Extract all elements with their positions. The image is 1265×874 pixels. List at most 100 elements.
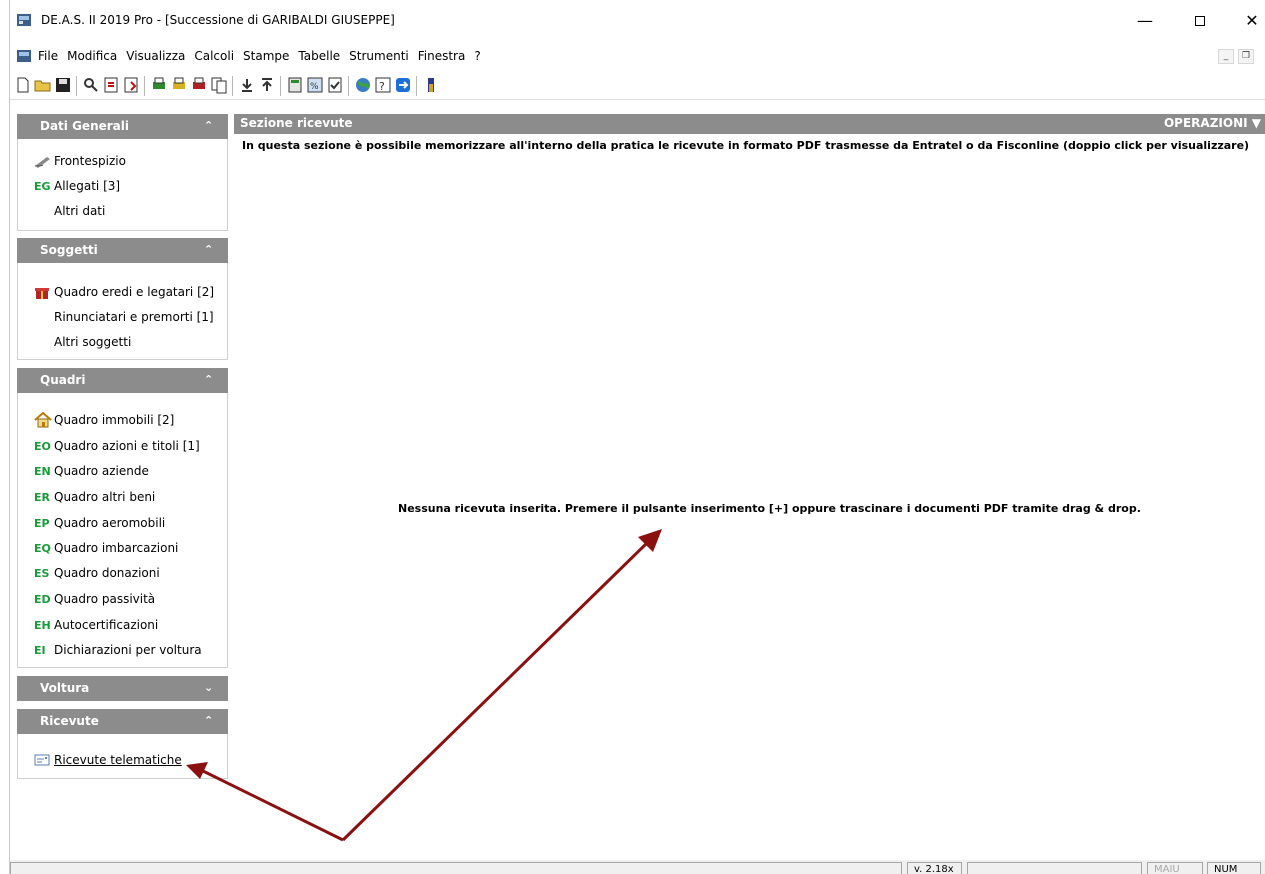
empty-list-message[interactable]: Nessuna ricevuta inserita. Premere il pu… (398, 502, 1141, 515)
item-code: EH (34, 618, 51, 632)
menu-tabelle[interactable]: Tabelle (292, 49, 343, 63)
print-preview-icon[interactable] (170, 76, 188, 94)
sidebar-item-label: Quadro altri beni (54, 490, 156, 504)
sidebar-item-label: Altri dati (54, 204, 106, 218)
sidebar-item-quadro-imbarcazioni[interactable]: EQ Quadro imbarcazioni (34, 539, 178, 557)
item-code: ED (34, 592, 51, 606)
sidebar-item-autocertificazioni[interactable]: EH Autocertificazioni (34, 616, 158, 634)
menu-list: File Modifica Visualizza Calcoli Stampe … (32, 44, 484, 68)
group-header-soggetti[interactable]: Soggetti ⌃ (17, 238, 228, 263)
status-empty (967, 862, 1142, 874)
operations-menu-button[interactable]: OPERAZIONI ▼ (1164, 116, 1261, 130)
collapse-chevron-icon[interactable]: ⌃ (204, 243, 213, 256)
toolbar-separator (144, 76, 145, 96)
menu-help[interactable]: ? (468, 49, 483, 63)
sidebar-item-ricevute-telematiche[interactable]: Ricevute telematiche (34, 751, 182, 769)
menu-calcoli[interactable]: Calcoli (188, 49, 237, 63)
collapse-chevron-icon[interactable]: ⌃ (204, 714, 213, 727)
sidebar-item-quadro-aeromobili[interactable]: EP Quadro aeromobili (34, 514, 165, 532)
sidebar-item-quadro-donazioni[interactable]: ES Quadro donazioni (34, 564, 160, 582)
sidebar-item-frontespizio[interactable]: Frontespizio (34, 152, 126, 170)
sidebar-item-altri-soggetti[interactable]: Altri soggetti (34, 333, 131, 351)
status-version: v. 2.18x (907, 862, 962, 874)
expand-chevron-icon[interactable]: ⌄ (204, 681, 213, 694)
document-window-icon[interactable] (16, 48, 32, 64)
open-folder-icon[interactable] (34, 76, 52, 94)
group-header-ricevute[interactable]: Ricevute ⌃ (17, 709, 228, 734)
menu-file[interactable]: File (32, 49, 61, 63)
menu-modifica[interactable]: Modifica (61, 49, 120, 63)
sidebar-item-allegati[interactable]: EG Allegati [3] (34, 177, 120, 195)
download-icon[interactable] (238, 76, 256, 94)
sidebar-item-quadro-azioni[interactable]: EO Quadro azioni e titoli [1] (34, 437, 200, 455)
group-body-soggetti: Quadro eredi e legatari [2] Rinunciatari… (17, 263, 228, 360)
sidebar-item-label: Quadro aeromobili (54, 516, 166, 530)
sidebar-item-rinunciatari[interactable]: Rinunciatari e premorti [1] (34, 308, 214, 326)
sidebar-item-label: Quadro passività (54, 592, 156, 606)
menu-bar: File Modifica Visualizza Calcoli Stampe … (10, 44, 1265, 68)
item-code: EQ (34, 541, 51, 555)
maximize-icon (1195, 16, 1205, 26)
group-header-dati-generali[interactable]: Dati Generali ⌃ (17, 114, 228, 139)
toolbar-separator (416, 76, 417, 96)
checklist-icon[interactable] (326, 76, 344, 94)
app-icon (17, 14, 31, 26)
sidebar-item-quadro-eredi[interactable]: Quadro eredi e legatari [2] (34, 283, 214, 301)
menu-finestra[interactable]: Finestra (412, 49, 469, 63)
group-header-quadri[interactable]: Quadri ⌃ (17, 368, 228, 393)
item-code: EO (34, 439, 51, 453)
menu-stampe[interactable]: Stampe (237, 49, 292, 63)
minimize-button[interactable]: — (1125, 8, 1165, 34)
sidebar-item-altri-dati[interactable]: Altri dati (34, 202, 105, 220)
mdi-restore-button[interactable]: ❐ (1238, 49, 1254, 64)
thermometer-icon[interactable] (422, 76, 440, 94)
calculator-icon[interactable] (286, 76, 304, 94)
web-icon[interactable] (354, 76, 372, 94)
sidebar-item-quadro-immobili[interactable]: Quadro immobili [2] (34, 411, 174, 429)
menu-visualizza[interactable]: Visualizza (120, 49, 188, 63)
export-icon[interactable] (122, 76, 140, 94)
print-icon[interactable] (150, 76, 168, 94)
section-title: Sezione ricevute (240, 116, 353, 130)
sidebar-item-quadro-aziende[interactable]: EN Quadro aziende (34, 462, 149, 480)
receipt-icon (34, 752, 54, 768)
status-num: NUM (1207, 862, 1261, 874)
printer-icon[interactable] (190, 76, 208, 94)
house-icon (34, 412, 54, 428)
collapse-chevron-icon[interactable]: ⌃ (204, 119, 213, 132)
svg-text:?: ? (379, 80, 385, 93)
help-icon[interactable]: ? (374, 76, 392, 94)
item-code: ES (34, 566, 50, 580)
toolbar-separator (76, 76, 77, 96)
item-code: EG (34, 179, 51, 193)
window-title: DE.A.S. II 2019 Pro - [Successione di GA… (41, 13, 395, 27)
group-title: Voltura (40, 681, 90, 695)
sidebar-item-label: Quadro aziende (54, 464, 149, 478)
copy-pages-icon[interactable] (210, 76, 228, 94)
sidebar-item-label: Rinunciatari e premorti [1] (54, 310, 214, 324)
teamviewer-icon[interactable] (394, 76, 412, 94)
maximize-button[interactable] (1180, 8, 1220, 34)
import-icon[interactable] (102, 76, 120, 94)
upload-icon[interactable] (258, 76, 276, 94)
save-icon[interactable] (54, 76, 72, 94)
group-header-voltura[interactable]: Voltura ⌄ (17, 676, 228, 701)
group-body-dati-generali: Frontespizio EG Allegati [3] Altri dati (17, 139, 228, 231)
sidebar-item-quadro-altri-beni[interactable]: ER Quadro altri beni (34, 488, 155, 506)
close-button[interactable]: ✕ (1232, 8, 1265, 34)
sidebar-item-label: Allegati [3] (54, 179, 121, 193)
collapse-chevron-icon[interactable]: ⌃ (204, 373, 213, 386)
sidebar-item-label[interactable]: Ricevute telematiche (54, 753, 182, 767)
sidebar-item-label: Autocertificazioni (54, 618, 159, 632)
sidebar-item-quadro-passivita[interactable]: ED Quadro passività (34, 590, 155, 608)
menu-strumenti[interactable]: Strumenti (343, 49, 412, 63)
arrow-head-top (638, 529, 662, 552)
find-icon[interactable] (82, 76, 100, 94)
new-document-icon[interactable] (14, 76, 32, 94)
sidebar-item-dichiarazioni-voltura[interactable]: EI Dichiarazioni per voltura (34, 641, 202, 659)
mdi-minimize-button[interactable]: _ (1218, 49, 1234, 64)
sidebar-item-label: Quadro azioni e titoli [1] (54, 439, 200, 453)
percent-icon[interactable]: % (306, 76, 324, 94)
status-main (10, 862, 902, 874)
group-title: Ricevute (40, 714, 99, 728)
